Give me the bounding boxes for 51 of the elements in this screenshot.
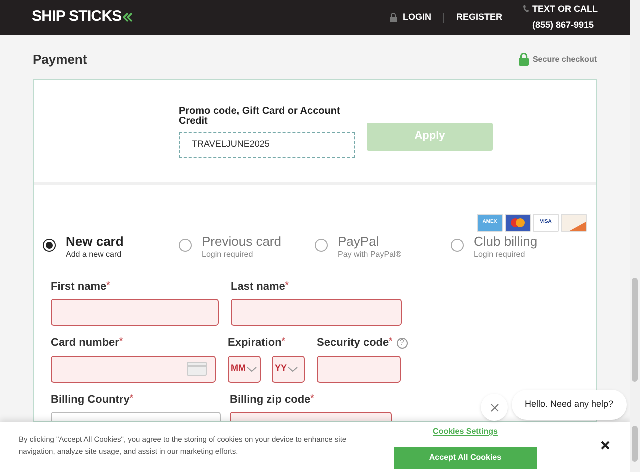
select-field[interactable]: MM <box>228 356 261 382</box>
chevron-down-icon <box>247 366 257 372</box>
nav-link[interactable]: LOGIN <box>402 10 432 24</box>
contact-label: TEXT OR CALL <box>532 2 598 16</box>
input-field[interactable] <box>51 356 216 382</box>
input-field[interactable] <box>230 412 392 421</box>
radio-button[interactable] <box>179 238 192 252</box>
field-label: First name* <box>51 278 110 294</box>
cookies-settings-link[interactable]: Cookies Settings <box>433 426 498 438</box>
chevron-down-icon <box>288 366 298 372</box>
method-subtitle: Add a new card <box>66 248 123 260</box>
select-field[interactable]: YY <box>272 356 305 382</box>
close-icon <box>490 404 498 412</box>
radio-button[interactable] <box>315 238 328 252</box>
field-label: Billing Country* <box>51 392 134 408</box>
method-subtitle: Login required <box>202 248 254 260</box>
logo[interactable]: SHIP STICKS <box>32 6 122 29</box>
radio-button[interactable] <box>451 238 464 252</box>
phone-icon <box>522 5 528 14</box>
help-icon[interactable]: ? <box>396 338 408 349</box>
radio-button[interactable] <box>43 238 56 252</box>
method-title[interactable]: PayPal <box>338 234 402 248</box>
phone-link[interactable]: (855) 867-9915 <box>532 19 598 32</box>
input-field[interactable] <box>231 299 402 326</box>
method-title[interactable]: New card <box>66 234 124 248</box>
method-subtitle: Pay with PayPal® <box>338 249 402 260</box>
accept-cookies-button[interactable]: Accept All Cookies <box>394 447 537 469</box>
input-field[interactable] <box>317 356 401 382</box>
chevron-icon <box>122 13 133 22</box>
secure-checkout-label: Secure checkout <box>532 54 597 66</box>
field-label: Billing zip code* <box>230 392 314 408</box>
method-title[interactable]: Club billing <box>474 234 538 248</box>
field-label: Card number* <box>51 335 123 351</box>
nav-link[interactable]: REGISTER <box>456 10 502 24</box>
promo-code-field[interactable]: TRAVELJUNE2025 <box>179 132 355 158</box>
field-label: Last name* <box>231 278 289 294</box>
field-label: Expiration* <box>228 335 286 351</box>
card-icon <box>187 362 207 376</box>
method-subtitle: Login required <box>474 249 526 260</box>
input-field[interactable] <box>51 299 219 326</box>
card-logo <box>561 214 587 232</box>
method-title[interactable]: Previous card <box>202 234 282 248</box>
chat-bubble[interactable]: Hello. Need any help? <box>512 390 627 420</box>
promo-label: Promo code, Gift Card or Account Credit <box>179 106 342 126</box>
close-icon[interactable] <box>601 441 610 450</box>
country-select[interactable] <box>51 412 221 421</box>
lock-icon <box>518 53 529 66</box>
page-title: Payment <box>33 51 88 69</box>
field-label: Security code* <box>317 335 393 351</box>
lock-icon <box>390 13 397 22</box>
card-logo <box>505 214 531 232</box>
